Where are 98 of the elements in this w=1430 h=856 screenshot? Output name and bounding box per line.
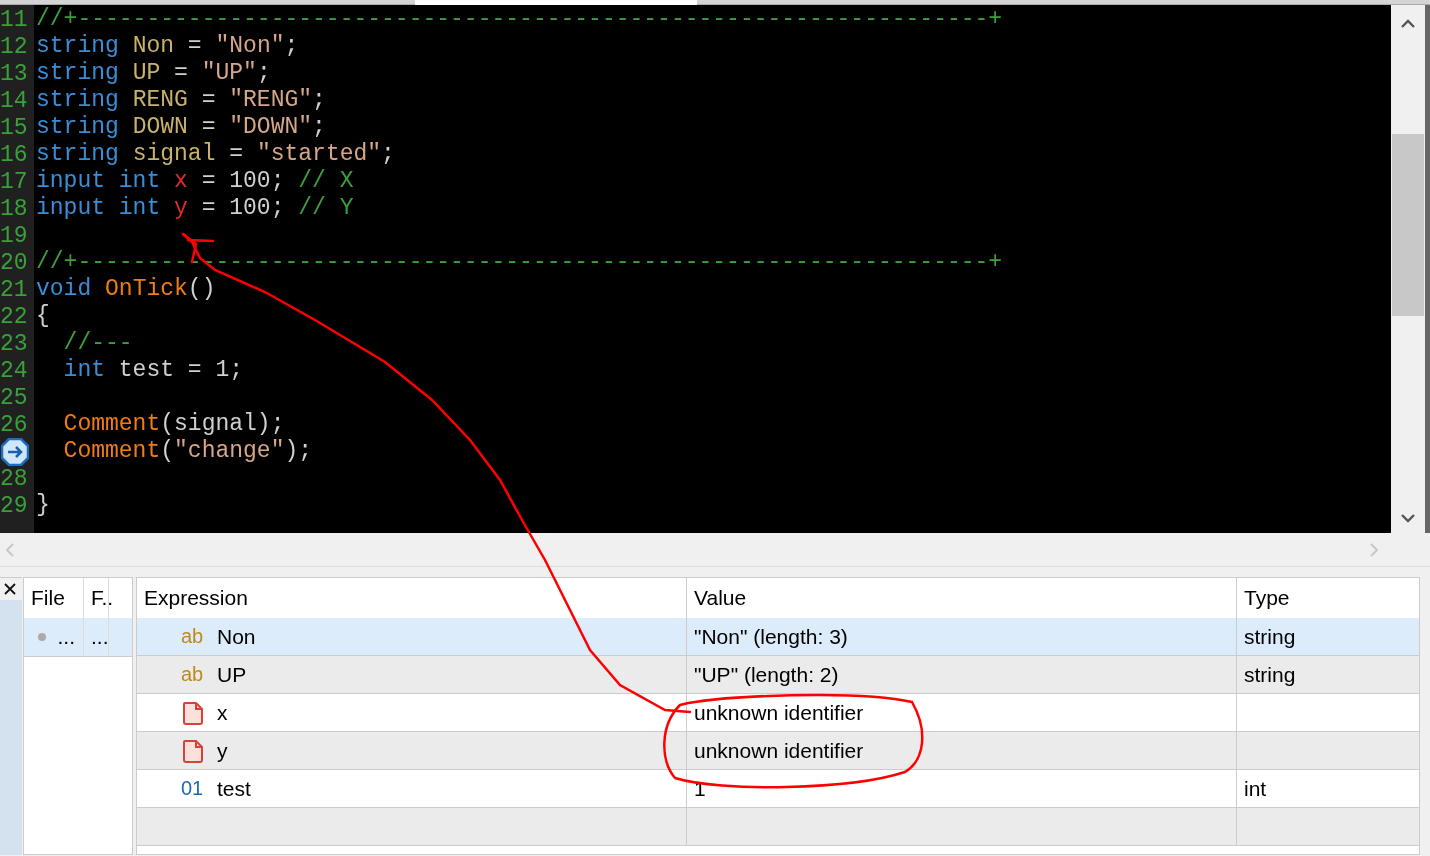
code-string: "Non" [215, 33, 285, 59]
string-type-icon: ab [181, 663, 205, 686]
integer-type-icon: 01 [181, 777, 205, 800]
type-cell-text: string [1243, 661, 1297, 688]
code-text: = [186, 33, 203, 59]
code-string: "UP" [201, 60, 257, 86]
code-string: "DOWN" [229, 114, 313, 140]
line-number: 22 [0, 303, 28, 330]
line-number: 25 [0, 384, 28, 411]
table-cell: ... [57, 625, 75, 649]
line-number: 17 [0, 168, 28, 195]
line-number: 11 [0, 6, 28, 33]
code-text: ; [381, 141, 395, 167]
line-number: 13 [0, 60, 28, 87]
code-identifier: RENG [131, 87, 188, 113]
code-text: ( [160, 438, 175, 464]
table-row[interactable]: ab Non "Non" (length: 3) string [137, 618, 1419, 656]
code-text: ; [284, 33, 299, 59]
expression-text: Non [217, 624, 256, 649]
code-keyword: string [36, 60, 119, 86]
code-variable: x [173, 168, 188, 194]
scroll-thumb[interactable] [1392, 134, 1424, 316]
value-cell: "Non" (length: 3) [687, 618, 1237, 655]
value-cell: unknown identifier [687, 694, 1237, 731]
scroll-up-icon[interactable] [1401, 19, 1415, 28]
scroll-right-icon[interactable] [1370, 542, 1378, 557]
code-text: = [200, 114, 217, 140]
code-variable: y [173, 195, 188, 221]
code-comment: //--- [62, 330, 133, 356]
code-text: (signal); [160, 411, 285, 437]
line-number: 20 [0, 249, 28, 276]
code-function: Comment [62, 438, 161, 464]
code-text: = 100; [200, 168, 286, 194]
code-keyword: input int [36, 168, 161, 194]
table-row[interactable]: ... ... [24, 618, 132, 657]
table-row[interactable]: y unknown identifier [137, 732, 1419, 770]
code-text: test = 1; [117, 357, 244, 383]
line-number: 19 [0, 222, 28, 249]
value-cell: unknown identifier [687, 732, 1237, 769]
line-number: 26 [0, 411, 28, 438]
document-icon [181, 700, 205, 725]
code-comment: //+------------------------------------------------------------------+ [36, 6, 1003, 32]
dot-icon [38, 633, 46, 641]
code-keyword: string [36, 33, 119, 59]
code-string: "change" [174, 438, 285, 464]
code-keyword: string [36, 87, 119, 113]
active-tab[interactable] [415, 0, 697, 5]
line-number: 21 [0, 276, 28, 303]
code-text: () [187, 276, 216, 302]
string-type-icon: ab [181, 625, 205, 648]
line-number: 14 [0, 87, 28, 114]
code-comment: // Y [298, 195, 354, 221]
type-cell-text: string [1243, 623, 1297, 650]
code-text: ; [312, 114, 326, 140]
expression-text: x [217, 700, 228, 725]
line-number: 29 [0, 492, 28, 519]
expression-text: UP [217, 662, 247, 687]
code-identifier: Non [131, 33, 175, 59]
expression-text: test [217, 776, 251, 801]
code-keyword: void [36, 276, 92, 302]
code-keyword: int [62, 357, 105, 383]
document-icon [181, 738, 205, 763]
code-text: = [173, 60, 189, 86]
scroll-left-icon[interactable] [6, 542, 14, 557]
line-number: 18 [0, 195, 28, 222]
code-keyword: string [36, 141, 119, 167]
code-string: "started" [256, 141, 382, 167]
line-number: 23 [0, 330, 28, 357]
value-cell: "UP" (length: 2) [687, 656, 1237, 693]
code-text: = [200, 87, 217, 113]
code-text: ; [256, 60, 271, 86]
code-string: "RENG" [229, 87, 313, 113]
line-number: 15 [0, 114, 28, 141]
line-number: 16 [0, 141, 28, 168]
column-header[interactable]: Type [1237, 578, 1419, 618]
expression-text: y [217, 738, 228, 763]
line-number: 24 [0, 357, 28, 384]
line-number: 28 [0, 465, 28, 492]
code-text: = 100; [200, 195, 286, 221]
code-comment: // X [298, 168, 354, 194]
type-cell-text: int [1243, 775, 1268, 802]
code-text: } [36, 492, 50, 518]
code-text: ); [284, 438, 313, 464]
code-text: = [228, 141, 245, 167]
code-identifier: UP [131, 60, 161, 86]
code-identifier: DOWN [131, 114, 188, 140]
code-identifier: signal [131, 141, 216, 167]
code-text: ; [312, 87, 326, 113]
code-keyword: input int [36, 195, 161, 221]
close-icon[interactable] [4, 583, 16, 595]
code-keyword: string [36, 114, 119, 140]
scroll-down-icon[interactable] [1401, 514, 1415, 523]
code-function: Comment [62, 411, 161, 437]
table-cell: ... [84, 618, 109, 656]
code-function: OnTick [104, 276, 188, 302]
line-number: 12 [0, 33, 28, 60]
code-text: { [36, 303, 50, 329]
table-row[interactable]: ab UP "UP" (length: 2) string [137, 656, 1419, 694]
